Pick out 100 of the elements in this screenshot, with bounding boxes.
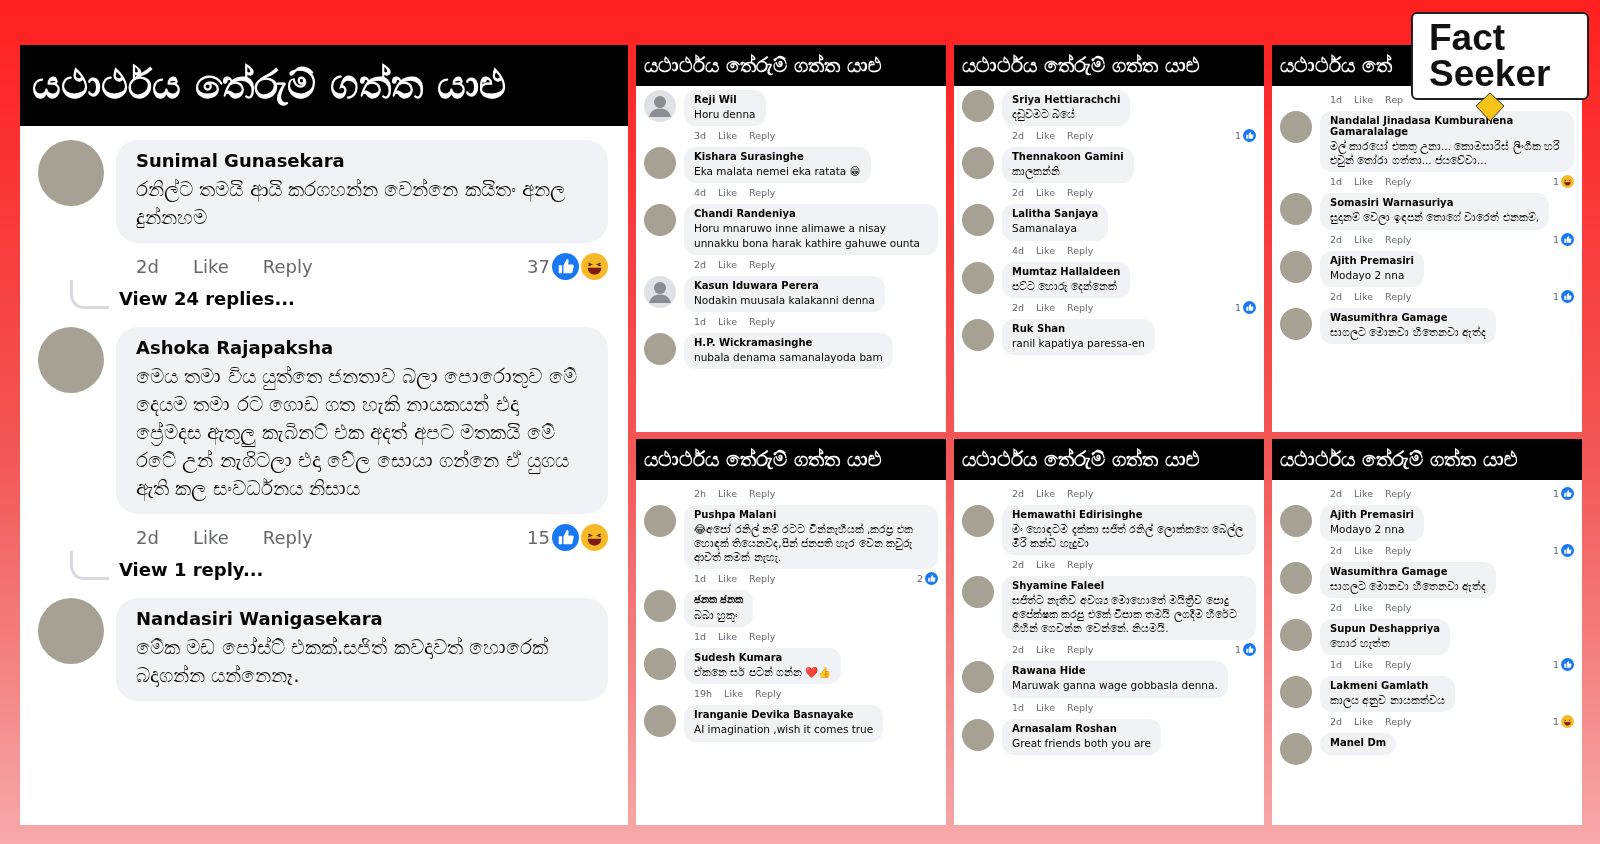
- reply-link[interactable]: Reply: [749, 258, 776, 270]
- reply-link[interactable]: Reply: [749, 487, 776, 499]
- commenter-name[interactable]: Sunimal Gunasekara: [136, 150, 588, 171]
- avatar[interactable]: [962, 661, 994, 694]
- like-link[interactable]: Like: [1036, 187, 1056, 199]
- avatar[interactable]: [962, 575, 994, 608]
- commenter-name[interactable]: Lakmeni Gamlath: [1330, 680, 1445, 691]
- commenter-name[interactable]: Kishara Surasinghe: [694, 151, 861, 163]
- avatar[interactable]: [644, 332, 676, 365]
- like-link[interactable]: Like: [718, 258, 738, 270]
- commenter-name[interactable]: Reji Wil: [694, 94, 756, 105]
- like-link[interactable]: Like: [1354, 487, 1374, 499]
- like-link[interactable]: Like: [718, 487, 738, 499]
- reply-link[interactable]: Reply: [1067, 244, 1094, 256]
- reply-link[interactable]: Reply: [1067, 301, 1094, 313]
- avatar[interactable]: [1280, 676, 1312, 708]
- commenter-name[interactable]: Iranganie Devika Basnayake: [694, 709, 874, 721]
- reply-link[interactable]: Reply: [1067, 558, 1094, 570]
- reply-link[interactable]: Reply: [749, 187, 776, 199]
- like-link[interactable]: Like: [192, 256, 229, 277]
- like-link[interactable]: Like: [718, 631, 738, 643]
- avatar[interactable]: [644, 275, 676, 308]
- avatar[interactable]: [644, 147, 676, 180]
- like-link[interactable]: Like: [718, 187, 738, 199]
- commenter-name[interactable]: Nandalal Jinadasa Kumburahena Gamaralalage: [1330, 115, 1564, 137]
- commenter-name[interactable]: Supun Deshappriya: [1330, 622, 1441, 634]
- avatar[interactable]: [1280, 618, 1312, 651]
- reply-link[interactable]: Reply: [1067, 701, 1094, 713]
- like-link[interactable]: Like: [1036, 301, 1056, 313]
- avatar[interactable]: [962, 718, 994, 751]
- like-link[interactable]: Like: [1354, 601, 1374, 613]
- avatar[interactable]: [1280, 561, 1312, 594]
- like-link[interactable]: Like: [1036, 130, 1056, 142]
- commenter-name[interactable]: Mumtaz Hallaldeen: [1012, 265, 1121, 277]
- commenter-name[interactable]: Arnasalam Roshan: [1012, 722, 1151, 734]
- reply-link[interactable]: Reply: [1385, 659, 1412, 670]
- reply-link[interactable]: Reply: [749, 315, 776, 327]
- commenter-name[interactable]: Kasun Iduwara Perera: [694, 279, 875, 291]
- commenter-name[interactable]: Rawana Hide: [1012, 665, 1218, 677]
- commenter-name[interactable]: Ruk Shan: [1012, 322, 1145, 334]
- avatar[interactable]: [1280, 111, 1312, 143]
- avatar[interactable]: [644, 705, 676, 738]
- like-link[interactable]: Like: [192, 527, 229, 548]
- reply-link[interactable]: Reply: [1385, 176, 1412, 188]
- avatar[interactable]: [962, 204, 994, 237]
- avatar[interactable]: [962, 318, 994, 351]
- reply-link[interactable]: Reply: [1385, 601, 1412, 613]
- like-link[interactable]: Like: [1036, 487, 1056, 499]
- like-link[interactable]: Like: [1036, 701, 1056, 713]
- reply-link[interactable]: Reply: [1067, 644, 1094, 656]
- avatar[interactable]: [1280, 504, 1312, 537]
- commenter-name[interactable]: Manel Dm: [1330, 737, 1387, 749]
- commenter-name[interactable]: Ajith Premasiri: [1330, 508, 1414, 520]
- reply-link[interactable]: Reply: [1385, 233, 1412, 245]
- commenter-name[interactable]: Sudesh Kumara: [694, 652, 832, 664]
- like-link[interactable]: Like: [718, 315, 738, 327]
- reply-link[interactable]: Reply: [749, 130, 776, 142]
- commenter-name[interactable]: Pushpa Malani: [694, 508, 928, 520]
- commenter-name[interactable]: Wasumithra Gamage: [1330, 311, 1486, 323]
- reply-link[interactable]: Reply: [749, 631, 776, 643]
- avatar[interactable]: [644, 90, 676, 122]
- like-link[interactable]: Like: [1354, 290, 1374, 302]
- avatar[interactable]: [644, 504, 676, 537]
- like-link[interactable]: Like: [1354, 659, 1374, 670]
- commenter-name[interactable]: Sriya Hettiarachchi: [1012, 94, 1121, 105]
- avatar[interactable]: [962, 261, 994, 294]
- reply-link[interactable]: Reply: [1385, 544, 1412, 556]
- avatar[interactable]: [1280, 733, 1312, 766]
- avatar[interactable]: [644, 648, 676, 681]
- like-link[interactable]: Like: [1354, 176, 1374, 188]
- reply-link[interactable]: Reply: [262, 527, 313, 548]
- commenter-name[interactable]: ජනක ජනක: [694, 594, 744, 606]
- reply-link[interactable]: Reply: [1385, 290, 1412, 302]
- reply-link[interactable]: Reply: [755, 688, 782, 700]
- like-link[interactable]: Like: [718, 130, 738, 142]
- reply-link[interactable]: Reply: [1385, 487, 1412, 499]
- commenter-name[interactable]: Shyamine Faleel: [1012, 579, 1246, 591]
- reply-link[interactable]: Reply: [749, 573, 776, 584]
- reply-link[interactable]: Reply: [1067, 487, 1094, 499]
- view-replies-link[interactable]: View 24 replies...: [119, 288, 295, 309]
- commenter-name[interactable]: Somasiri Warnasuriya: [1330, 197, 1540, 209]
- avatar[interactable]: [1280, 250, 1312, 283]
- commenter-name[interactable]: Lalitha Sanjaya: [1012, 208, 1099, 220]
- commenter-name[interactable]: Thennakoon Gamini: [1012, 151, 1124, 163]
- like-link[interactable]: Like: [724, 688, 744, 700]
- like-link[interactable]: Like: [1354, 233, 1374, 245]
- commenter-name[interactable]: Wasumithra Gamage: [1330, 565, 1486, 577]
- reply-link[interactable]: Reply: [1385, 716, 1412, 728]
- like-link[interactable]: Like: [1036, 558, 1056, 570]
- view-replies-link[interactable]: View 1 reply...: [119, 559, 264, 580]
- commenter-name[interactable]: Ajith Premasiri: [1330, 254, 1414, 266]
- like-link[interactable]: Like: [1354, 716, 1374, 728]
- avatar[interactable]: [1280, 193, 1312, 226]
- like-link[interactable]: Like: [1354, 544, 1374, 556]
- commenter-name[interactable]: Hemawathi Edirisinghe: [1012, 508, 1246, 520]
- avatar[interactable]: [962, 90, 994, 122]
- reply-link[interactable]: Rep: [1385, 94, 1404, 105]
- like-link[interactable]: Like: [1036, 644, 1056, 656]
- commenter-name[interactable]: Chandi Randeniya: [694, 208, 928, 220]
- avatar[interactable]: [962, 504, 994, 537]
